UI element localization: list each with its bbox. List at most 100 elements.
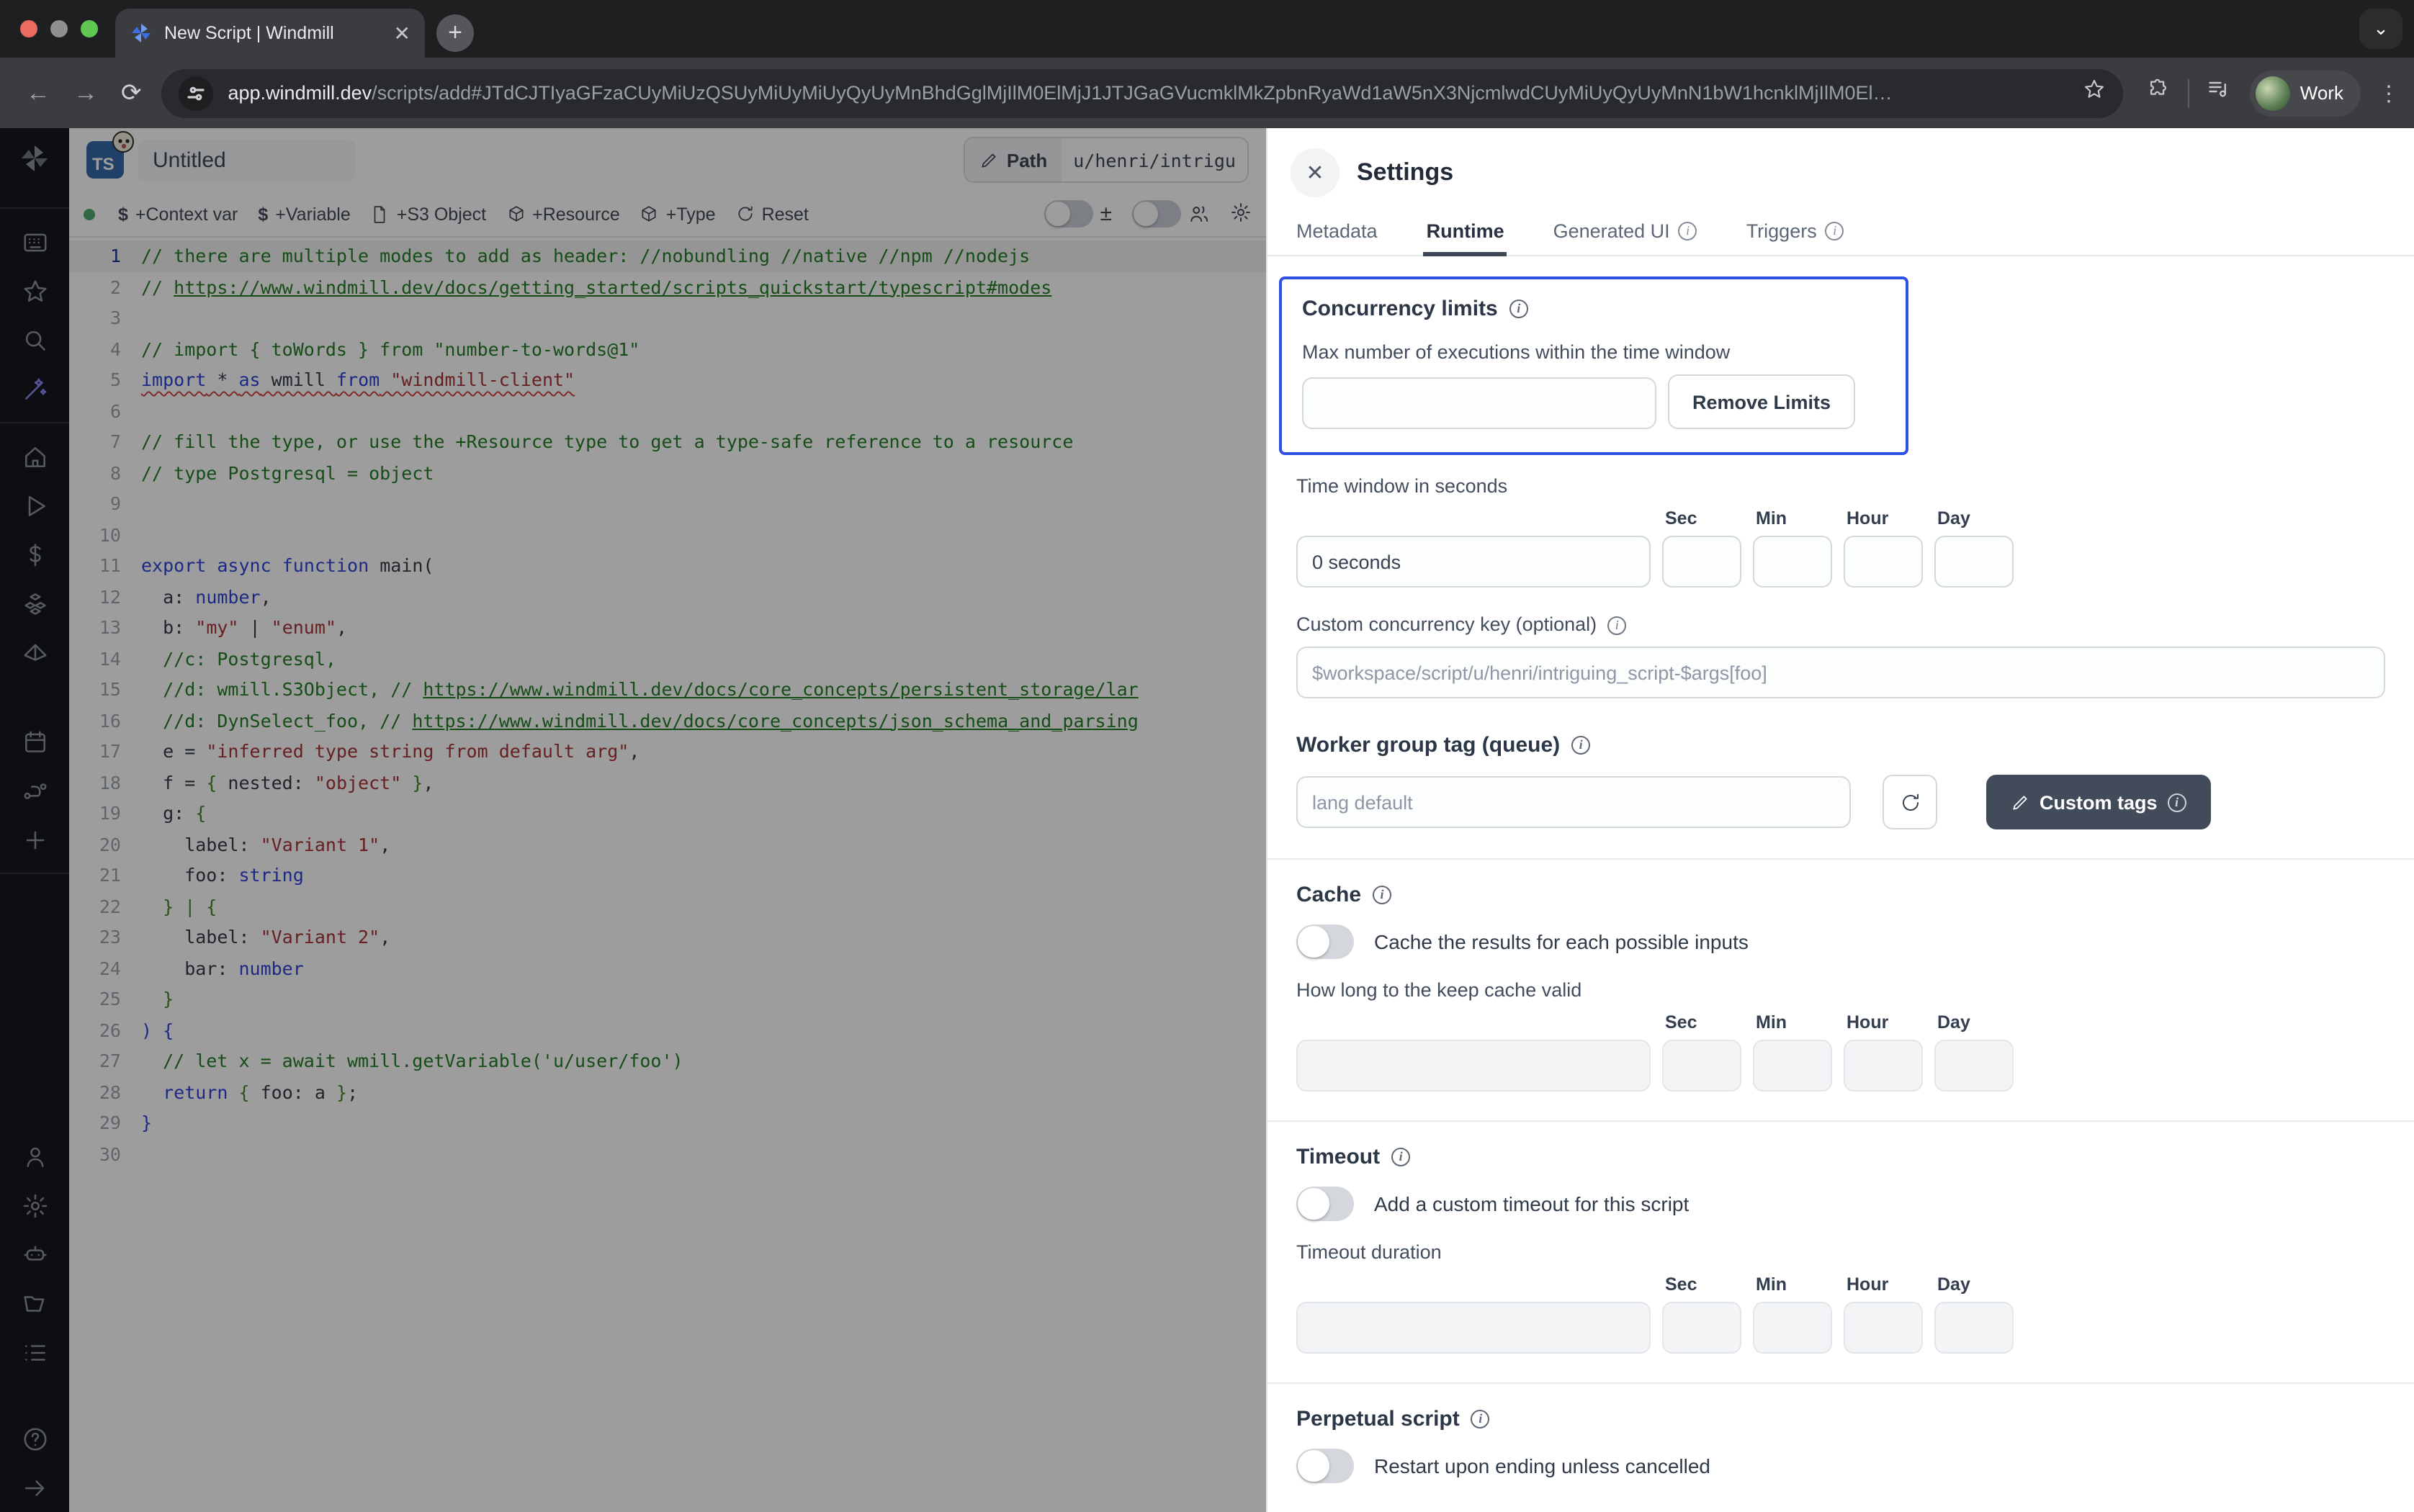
code-line[interactable]: 4// import { toWords } from "number-to-w…: [69, 333, 1266, 364]
forward-icon[interactable]: →: [73, 78, 98, 107]
cache-sec-input[interactable]: [1662, 1040, 1741, 1092]
script-title-input[interactable]: Untitled: [138, 139, 356, 181]
reload-icon[interactable]: ⟳: [121, 78, 142, 107]
code-line[interactable]: 9: [69, 488, 1266, 519]
code-line[interactable]: 1// there are multiple modes to add as h…: [69, 240, 1266, 271]
time-window-min-input[interactable]: [1753, 536, 1832, 588]
code-line[interactable]: 19 g: {: [69, 798, 1266, 829]
diff-mode-toggle[interactable]: ±: [1044, 200, 1112, 228]
remove-limits-button[interactable]: Remove Limits: [1668, 374, 1855, 429]
code-editor-content[interactable]: 1// there are multiple modes to add as h…: [69, 238, 1266, 1512]
media-controls-icon[interactable]: [2207, 76, 2233, 109]
path-field[interactable]: Path u/henri/intrigu: [964, 137, 1249, 183]
code-line[interactable]: 12 a: number,: [69, 581, 1266, 612]
apps-icon[interactable]: [10, 217, 59, 266]
tab-generated-ui[interactable]: Generated UIi: [1551, 212, 1700, 255]
collab-toggle[interactable]: [1132, 200, 1210, 228]
code-line[interactable]: 14 //c: Postgresql,: [69, 643, 1266, 674]
add-resource-button[interactable]: +Resource: [506, 204, 620, 224]
site-settings-icon[interactable]: [179, 76, 214, 110]
settings-icon[interactable]: [10, 1181, 59, 1230]
tab-runtime[interactable]: Runtime: [1424, 212, 1507, 255]
worker-group-input[interactable]: [1296, 776, 1851, 828]
info-icon[interactable]: i: [1471, 1410, 1490, 1428]
timeout-duration-input[interactable]: [1296, 1302, 1651, 1354]
tab-search-chevron-icon[interactable]: ⌄: [2359, 9, 2402, 49]
runs-icon[interactable]: [10, 481, 59, 530]
add-icon[interactable]: [10, 815, 59, 864]
add-type-button[interactable]: +Type: [640, 204, 716, 224]
cache-toggle[interactable]: [1296, 924, 1354, 959]
extensions-icon[interactable]: [2146, 77, 2171, 109]
code-line[interactable]: 25 }: [69, 984, 1266, 1014]
timeout-sec-input[interactable]: [1662, 1302, 1741, 1354]
cache-hour-input[interactable]: [1844, 1040, 1923, 1092]
info-icon[interactable]: i: [1607, 616, 1626, 635]
code-line[interactable]: 5import * as wmill from "windmill-client…: [69, 364, 1266, 395]
code-line[interactable]: 6: [69, 395, 1266, 426]
tab-metadata[interactable]: Metadata: [1293, 212, 1381, 255]
time-window-day-input[interactable]: [1934, 536, 2014, 588]
code-line[interactable]: 22 } | {: [69, 891, 1266, 922]
code-line[interactable]: 18 f = { nested: "object" },: [69, 767, 1266, 798]
schedules-icon[interactable]: [10, 717, 59, 766]
close-tab-icon[interactable]: ✕: [394, 23, 410, 43]
code-line[interactable]: 27 // let x = await wmill.getVariable('u…: [69, 1045, 1266, 1076]
browser-profile[interactable]: Work: [2250, 70, 2361, 116]
code-line[interactable]: 7// fill the type, or use the +Resource …: [69, 426, 1266, 457]
timeout-min-input[interactable]: [1753, 1302, 1832, 1354]
browser-tab[interactable]: New Script | Windmill ✕: [115, 9, 425, 58]
custom-tags-button[interactable]: Custom tags i: [1986, 775, 2211, 829]
timeout-hour-input[interactable]: [1844, 1302, 1923, 1354]
code-line[interactable]: 30: [69, 1138, 1266, 1169]
code-line[interactable]: 20 label: "Variant 1",: [69, 829, 1266, 860]
code-line[interactable]: 2// https://www.windmill.dev/docs/gettin…: [69, 271, 1266, 302]
ai-wand-icon[interactable]: [10, 364, 59, 413]
help-icon[interactable]: [10, 1414, 59, 1463]
code-line[interactable]: 8// type Postgresql = object: [69, 457, 1266, 488]
collapse-icon[interactable]: [10, 1463, 59, 1512]
folders-icon[interactable]: [10, 1279, 59, 1328]
code-line[interactable]: 15 //d: wmill.S3Object, // https://www.w…: [69, 674, 1266, 705]
close-window-button[interactable]: [20, 20, 37, 37]
reset-button[interactable]: Reset: [736, 204, 809, 224]
code-line[interactable]: 16 //d: DynSelect_foo, // https://www.wi…: [69, 705, 1266, 736]
flows-icon[interactable]: [10, 766, 59, 815]
favorites-icon[interactable]: [10, 266, 59, 315]
window-controls[interactable]: [20, 20, 98, 37]
users-icon[interactable]: [10, 1132, 59, 1181]
cache-duration-input[interactable]: [1296, 1040, 1651, 1092]
workers-icon[interactable]: [10, 1230, 59, 1279]
resources-icon[interactable]: [10, 579, 59, 628]
search-icon[interactable]: [10, 315, 59, 364]
info-icon[interactable]: i: [1373, 886, 1391, 904]
code-line[interactable]: 10: [69, 519, 1266, 550]
cache-min-input[interactable]: [1753, 1040, 1832, 1092]
timeout-toggle[interactable]: [1296, 1187, 1354, 1221]
add-s3-object-button[interactable]: +S3 Object: [371, 204, 486, 224]
variables-icon[interactable]: [10, 530, 59, 579]
custom-concurrency-key-input[interactable]: [1296, 647, 2385, 698]
code-line[interactable]: 29}: [69, 1107, 1266, 1138]
timeout-day-input[interactable]: [1934, 1302, 2014, 1354]
time-window-hour-input[interactable]: [1844, 536, 1923, 588]
code-line[interactable]: 23 label: "Variant 2",: [69, 922, 1266, 953]
info-icon[interactable]: i: [1571, 736, 1590, 755]
code-line[interactable]: 3: [69, 302, 1266, 333]
bookmark-star-icon[interactable]: [2083, 78, 2106, 108]
toggle[interactable]: [1044, 200, 1093, 228]
time-window-input[interactable]: [1296, 536, 1651, 588]
info-icon[interactable]: i: [1509, 300, 1528, 318]
code-line[interactable]: 17 e = "inferred type string from defaul…: [69, 736, 1266, 767]
minimize-window-button[interactable]: [50, 20, 68, 37]
add-context-var-button[interactable]: $+Context var: [118, 204, 238, 224]
triggers-icon[interactable]: [10, 628, 59, 677]
address-bar[interactable]: app.windmill.dev/scripts/add#JTdCJTIyaGF…: [162, 68, 2123, 117]
cache-day-input[interactable]: [1934, 1040, 2014, 1092]
add-variable-button[interactable]: $+Variable: [258, 204, 350, 224]
logs-icon[interactable]: [10, 1328, 59, 1377]
back-icon[interactable]: ←: [26, 78, 50, 107]
code-line[interactable]: 28 return { foo: a };: [69, 1076, 1266, 1107]
code-line[interactable]: 13 b: "my" | "enum",: [69, 612, 1266, 643]
code-line[interactable]: 26) {: [69, 1014, 1266, 1045]
